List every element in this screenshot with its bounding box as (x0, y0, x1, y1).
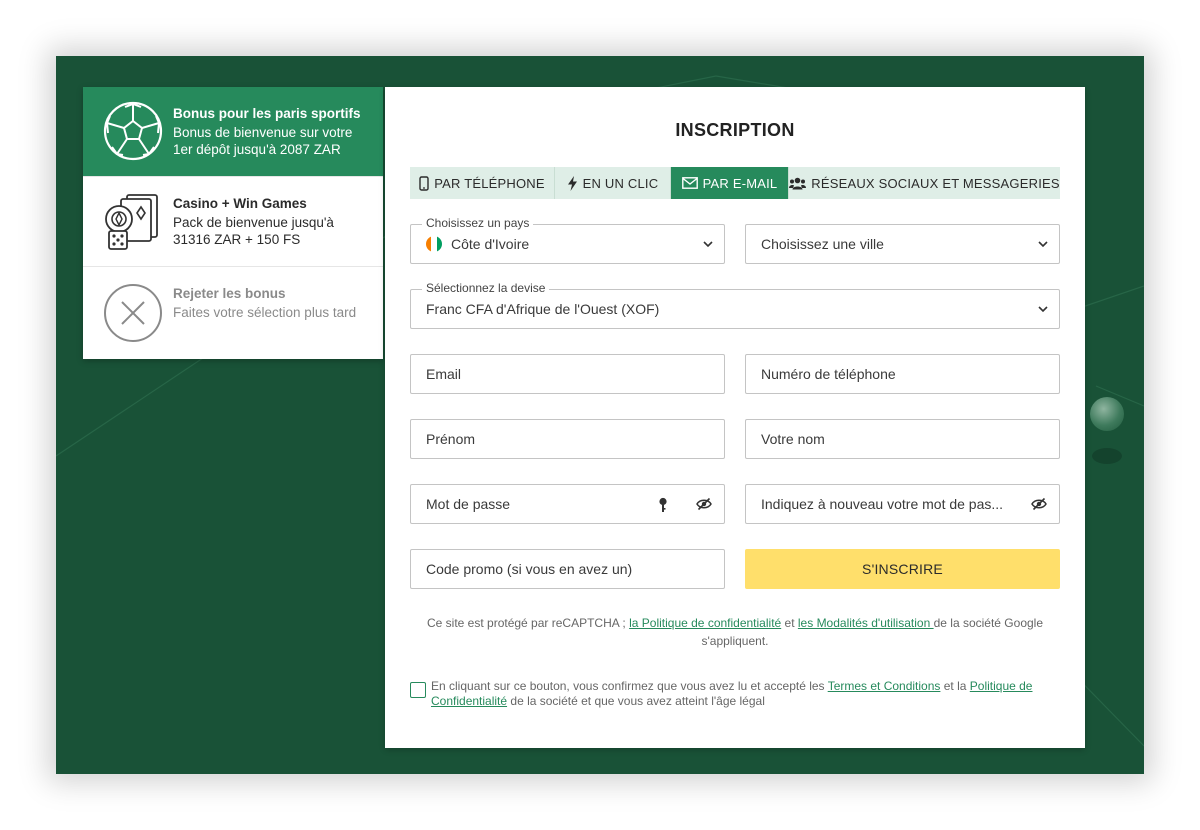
bonus-description: Pack de bienvenue jusqu'à 31316 ZAR + 15… (173, 215, 334, 247)
bonus-title: Casino + Win Games (173, 196, 307, 211)
currency-value: Franc CFA d'Afrique de l'Ouest (XOF) (426, 301, 660, 317)
consent-text-part: En cliquant sur ce bouton, vous confirme… (431, 679, 828, 693)
ivory-coast-flag-icon (426, 236, 442, 252)
chevron-down-icon (703, 241, 713, 248)
bonus-option-sports[interactable]: Bonus pour les paris sportifs Bonus de b… (83, 87, 383, 177)
recaptcha-text: et (781, 616, 798, 630)
phone-icon (419, 175, 429, 191)
close-circle-icon (104, 284, 162, 342)
country-select[interactable]: Choisissez un pays Côte d'Ivoire (410, 216, 725, 264)
tab-social-networks[interactable]: RÉSEAUX SOCIAUX ET MESSAGERIES (789, 167, 1060, 199)
promo-placeholder: Code promo (si vous en avez un) (426, 561, 633, 577)
email-placeholder: Email (426, 366, 462, 382)
ball-shadow (1092, 448, 1122, 464)
chevron-down-icon (1038, 306, 1048, 313)
recaptcha-notice: Ce site est protégé par reCAPTCHA ; la P… (410, 614, 1060, 650)
users-icon (789, 177, 807, 189)
bonus-option-reject[interactable]: Rejeter les bonus Faites votre sélection… (83, 267, 383, 359)
page-title: INSCRIPTION (675, 120, 795, 140)
consent-text-part: de la société et que vous avez atteint l… (507, 693, 765, 708)
soccer-ball-icon (103, 101, 163, 161)
bonus-title: Bonus pour les paris sportifs (173, 106, 361, 121)
tab-label: EN UN CLIC (582, 175, 659, 191)
eye-slash-icon[interactable] (1031, 497, 1047, 511)
envelope-icon (681, 177, 698, 189)
bonus-option-casino[interactable]: Casino + Win Games Pack de bienvenue jus… (83, 177, 383, 267)
terms-conditions-link[interactable]: Termes et Conditions (828, 679, 941, 693)
phone-field[interactable]: Numéro de téléphone (745, 354, 1060, 394)
bonus-description: Bonus de bienvenue sur votre 1er dépôt j… (173, 125, 353, 157)
field-legend: Sélectionnez la devise (422, 281, 550, 295)
city-value: Choisissez une ville (761, 236, 884, 252)
city-select[interactable]: Choisissez une ville (745, 224, 1060, 264)
chevron-down-icon (1038, 241, 1048, 248)
tab-label: PAR E-MAIL (702, 175, 778, 191)
bonus-description: Faites votre sélection plus tard (173, 305, 357, 320)
currency-select[interactable]: Sélectionnez la devise Franc CFA d'Afriq… (410, 281, 1060, 329)
last-name-placeholder: Votre nom (761, 431, 825, 447)
google-terms-link[interactable]: les Modalités d'utilisation (798, 616, 934, 630)
registration-form: INSCRIPTION PAR TÉLÉPHONE EN UN CLIC PAR… (385, 87, 1085, 748)
repeat-password-field[interactable]: Indiquez à nouveau votre mot de pas... (745, 484, 1060, 524)
recaptcha-text: Ce site est protégé par reCAPTCHA ; (427, 616, 630, 630)
consent-text: En cliquant sur ce bouton, vous confirme… (431, 679, 1051, 708)
promo-code-field[interactable]: Code promo (si vous en avez un) (410, 549, 725, 589)
last-name-field[interactable]: Votre nom (745, 419, 1060, 459)
email-field[interactable]: Email (410, 354, 725, 394)
registration-tabs: PAR TÉLÉPHONE EN UN CLIC PAR E-MAIL RÉSE… (410, 167, 1060, 199)
tab-label: PAR TÉLÉPHONE (434, 175, 545, 191)
key-icon[interactable] (658, 497, 668, 513)
password-field[interactable]: Mot de passe (410, 484, 725, 524)
phone-placeholder: Numéro de téléphone (761, 366, 896, 382)
first-name-placeholder: Prénom (426, 431, 476, 447)
bonus-panel: Bonus pour les paris sportifs Bonus de b… (83, 87, 383, 359)
repeat-password-placeholder: Indiquez à nouveau votre mot de pas... (761, 496, 1004, 512)
tab-by-email[interactable]: PAR E-MAIL (671, 167, 789, 199)
register-button[interactable]: S'INSCRIRE (745, 549, 1060, 589)
tab-one-click[interactable]: EN UN CLIC (555, 167, 671, 199)
casino-icon (105, 194, 158, 250)
google-privacy-link[interactable]: la Politique de confidentialité (629, 616, 781, 630)
eye-slash-icon[interactable] (696, 497, 712, 511)
tab-by-phone[interactable]: PAR TÉLÉPHONE (410, 167, 555, 199)
bonus-title: Rejeter les bonus (173, 286, 286, 301)
lightning-icon (567, 175, 577, 191)
consent-checkbox[interactable] (410, 682, 426, 698)
country-value: Côte d'Ivoire (451, 236, 530, 252)
first-name-field[interactable]: Prénom (410, 419, 725, 459)
decorative-ball (1090, 397, 1124, 431)
tab-label: RÉSEAUX SOCIAUX ET MESSAGERIES (811, 175, 1060, 191)
password-placeholder: Mot de passe (426, 496, 511, 512)
consent-text-part: et la (940, 679, 970, 693)
field-legend: Choisissez un pays (422, 216, 534, 230)
